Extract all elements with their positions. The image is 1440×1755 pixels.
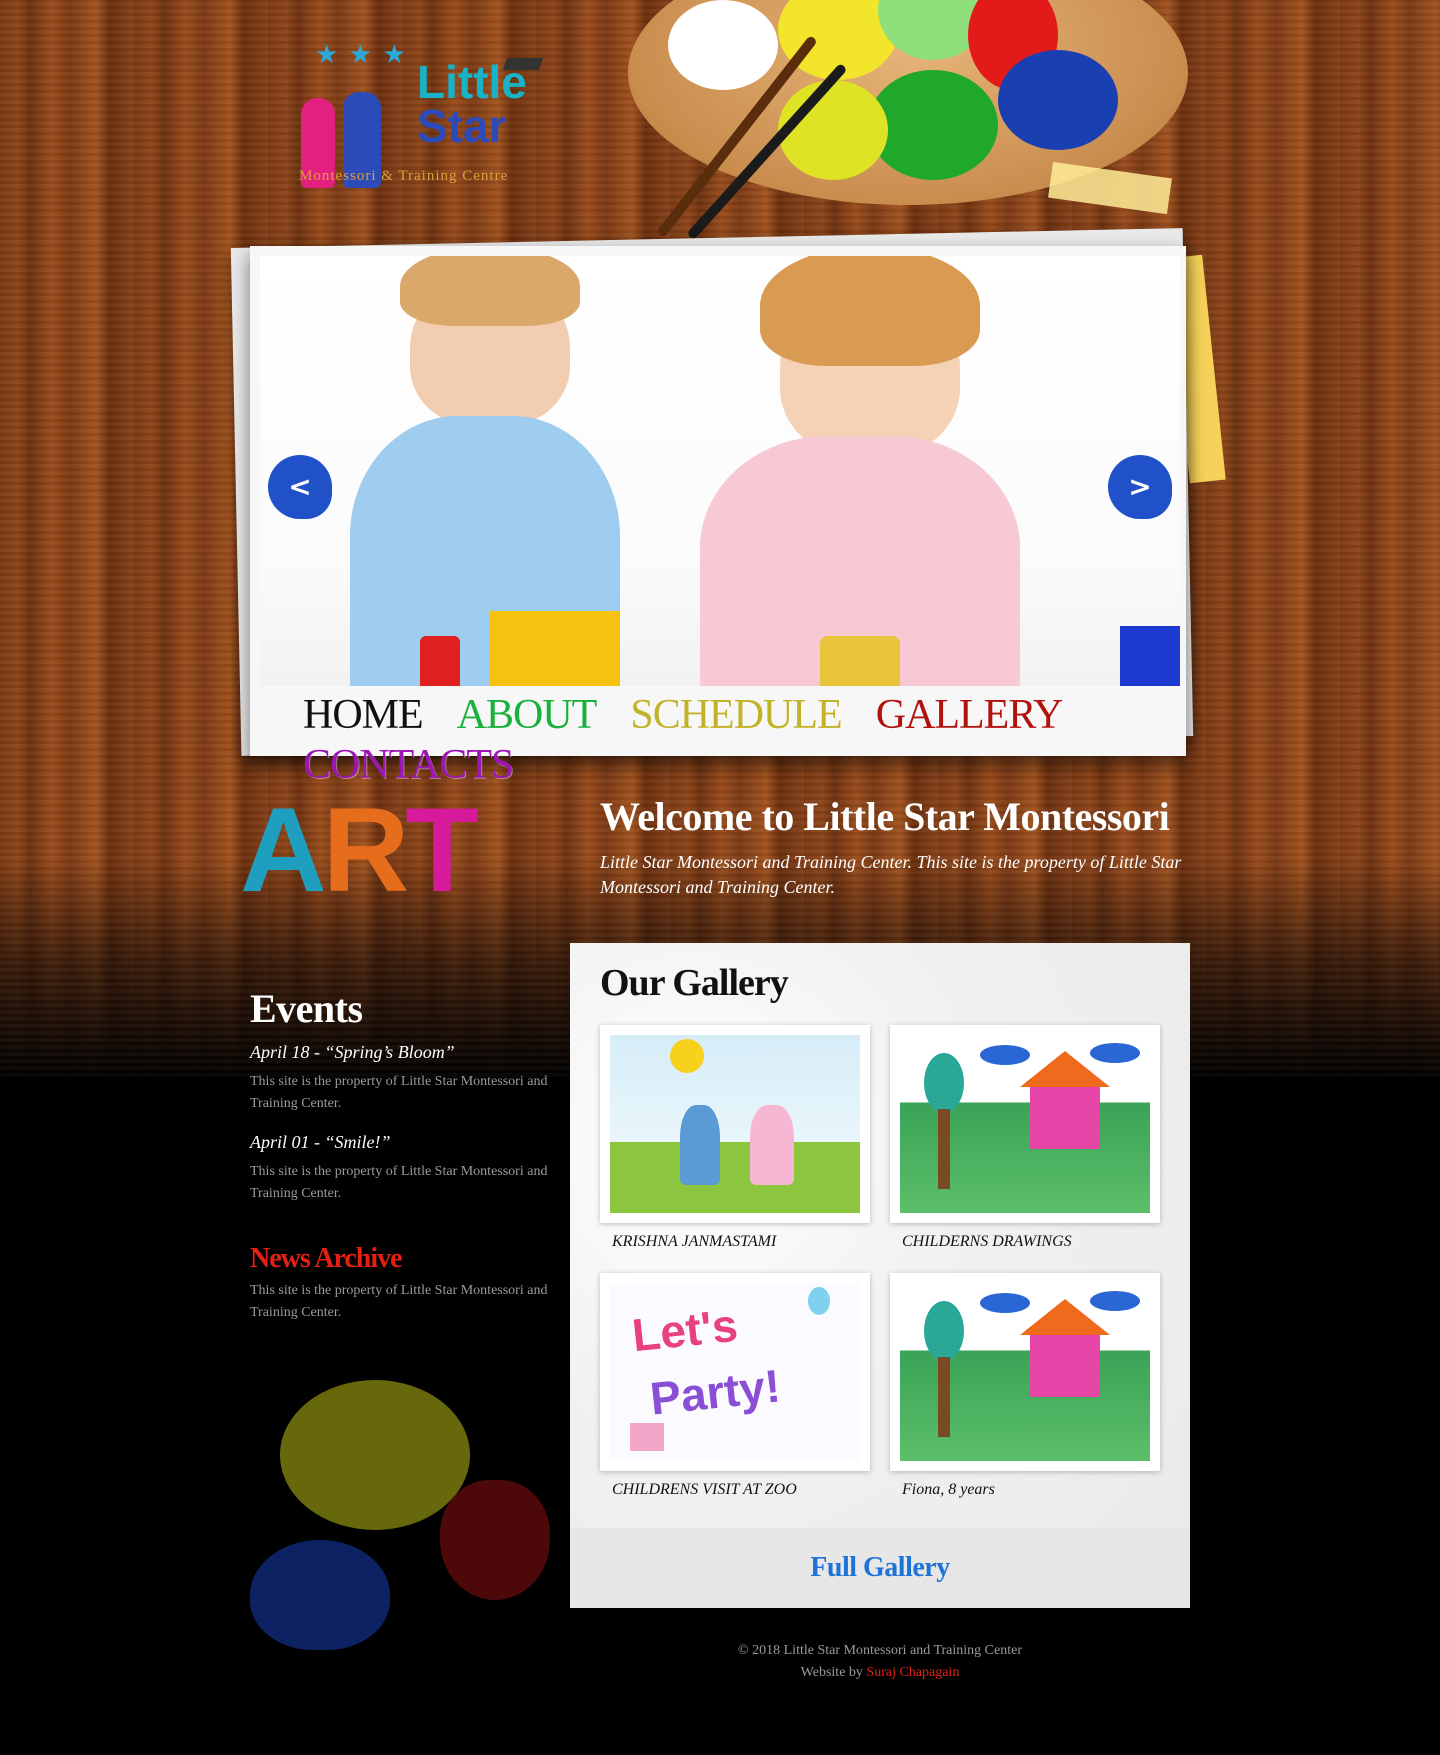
footer: © 2018 Little Star Montessori and Traini…	[570, 1640, 1190, 1684]
event-text: This site is the property of Little Star…	[250, 1164, 548, 1201]
gallery-caption: CHILDRENS VISIT AT ZOO	[612, 1481, 797, 1498]
gallery-panel: Our Gallery KRISHNA JANMASTAMI CHILDERNS…	[570, 943, 1190, 1608]
footer-copyright: © 2018 Little Star Montessori and Traini…	[737, 1643, 1022, 1658]
house-drawing-image	[900, 1283, 1150, 1461]
gallery-caption: Fiona, 8 years	[902, 1481, 995, 1498]
party-word-2: Party!	[647, 1359, 783, 1425]
welcome-text: Little Star Montessori and Training Cent…	[600, 852, 1182, 897]
slider-prev-button[interactable]: <	[268, 455, 332, 519]
events-heading: Events	[250, 986, 363, 1031]
gallery-thumb[interactable]	[600, 1025, 870, 1223]
red-handprint	[440, 1480, 550, 1600]
event-title[interactable]: April 18 - “Spring’s Bloom”	[250, 1039, 560, 1065]
logo-name: Little Star	[417, 56, 527, 152]
nav-schedule[interactable]: SCHEDULE	[630, 690, 842, 740]
logo-subtitle: Montessori & Training Centre	[299, 168, 509, 184]
house-drawing-image	[900, 1035, 1150, 1213]
footer-credit: Website by Suraj Chapagain	[570, 1662, 1190, 1684]
kids-drawing-image	[610, 1035, 860, 1213]
news-archive-section: News Archive This site is the property o…	[250, 1240, 560, 1324]
footer-author-link[interactable]: Suraj Chapagain	[866, 1665, 959, 1680]
logo-name-line2: Star	[417, 100, 507, 152]
gallery-thumb[interactable]	[890, 1273, 1160, 1471]
full-gallery-bar: Full Gallery	[570, 1528, 1190, 1608]
footer-credit-prefix: Website by	[800, 1665, 867, 1680]
art-letter-a: A	[240, 783, 327, 917]
news-archive-heading[interactable]: News Archive	[250, 1240, 560, 1278]
slider-next-label: >	[1128, 470, 1152, 503]
nav-home[interactable]: HOME	[303, 690, 424, 740]
party-word-1: Let's	[629, 1298, 740, 1362]
main-navigation: HOME ABOUT SCHEDULE GALLERY CONTACTS	[303, 690, 1123, 790]
gallery-caption: KRISHNA JANMASTAMI	[612, 1233, 777, 1250]
gallery-thumb[interactable]: Let's Party!	[600, 1273, 870, 1471]
party-drawing-image: Let's Party!	[610, 1283, 860, 1461]
news-archive-text: This site is the property of Little Star…	[250, 1283, 548, 1320]
yellow-paint-splash	[280, 1380, 470, 1530]
gallery-heading: Our Gallery	[600, 962, 789, 1004]
gallery-thumb[interactable]	[890, 1025, 1160, 1223]
gallery-caption: CHILDERNS DRAWINGS	[902, 1233, 1072, 1250]
slider-image	[260, 256, 1180, 686]
events-section: Events April 18 - “Spring’s Bloom” This …	[250, 985, 560, 1205]
event-title[interactable]: April 01 - “Smile!”	[250, 1129, 560, 1155]
welcome-title: Welcome to Little Star Montessori	[600, 794, 1170, 839]
nav-gallery[interactable]: GALLERY	[876, 690, 1064, 740]
slider-next-button[interactable]: >	[1108, 455, 1172, 519]
art-letter-r: R	[322, 783, 410, 917]
event-text: This site is the property of Little Star…	[250, 1074, 548, 1111]
logo-name-line1: Little	[417, 56, 527, 108]
art-graphic: ART	[240, 790, 479, 910]
slider-prev-label: <	[288, 470, 312, 503]
full-gallery-link[interactable]: Full Gallery	[570, 1528, 1190, 1608]
stars-icon: ★ ★ ★	[315, 40, 408, 69]
blue-handprint	[250, 1540, 390, 1650]
site-logo[interactable]: ★ ★ ★ Little Star Montessori & Training …	[295, 40, 585, 190]
art-letter-t: T	[405, 783, 478, 917]
welcome-section: Welcome to Little Star Montessori Little…	[600, 792, 1190, 900]
nav-about[interactable]: ABOUT	[457, 690, 598, 740]
